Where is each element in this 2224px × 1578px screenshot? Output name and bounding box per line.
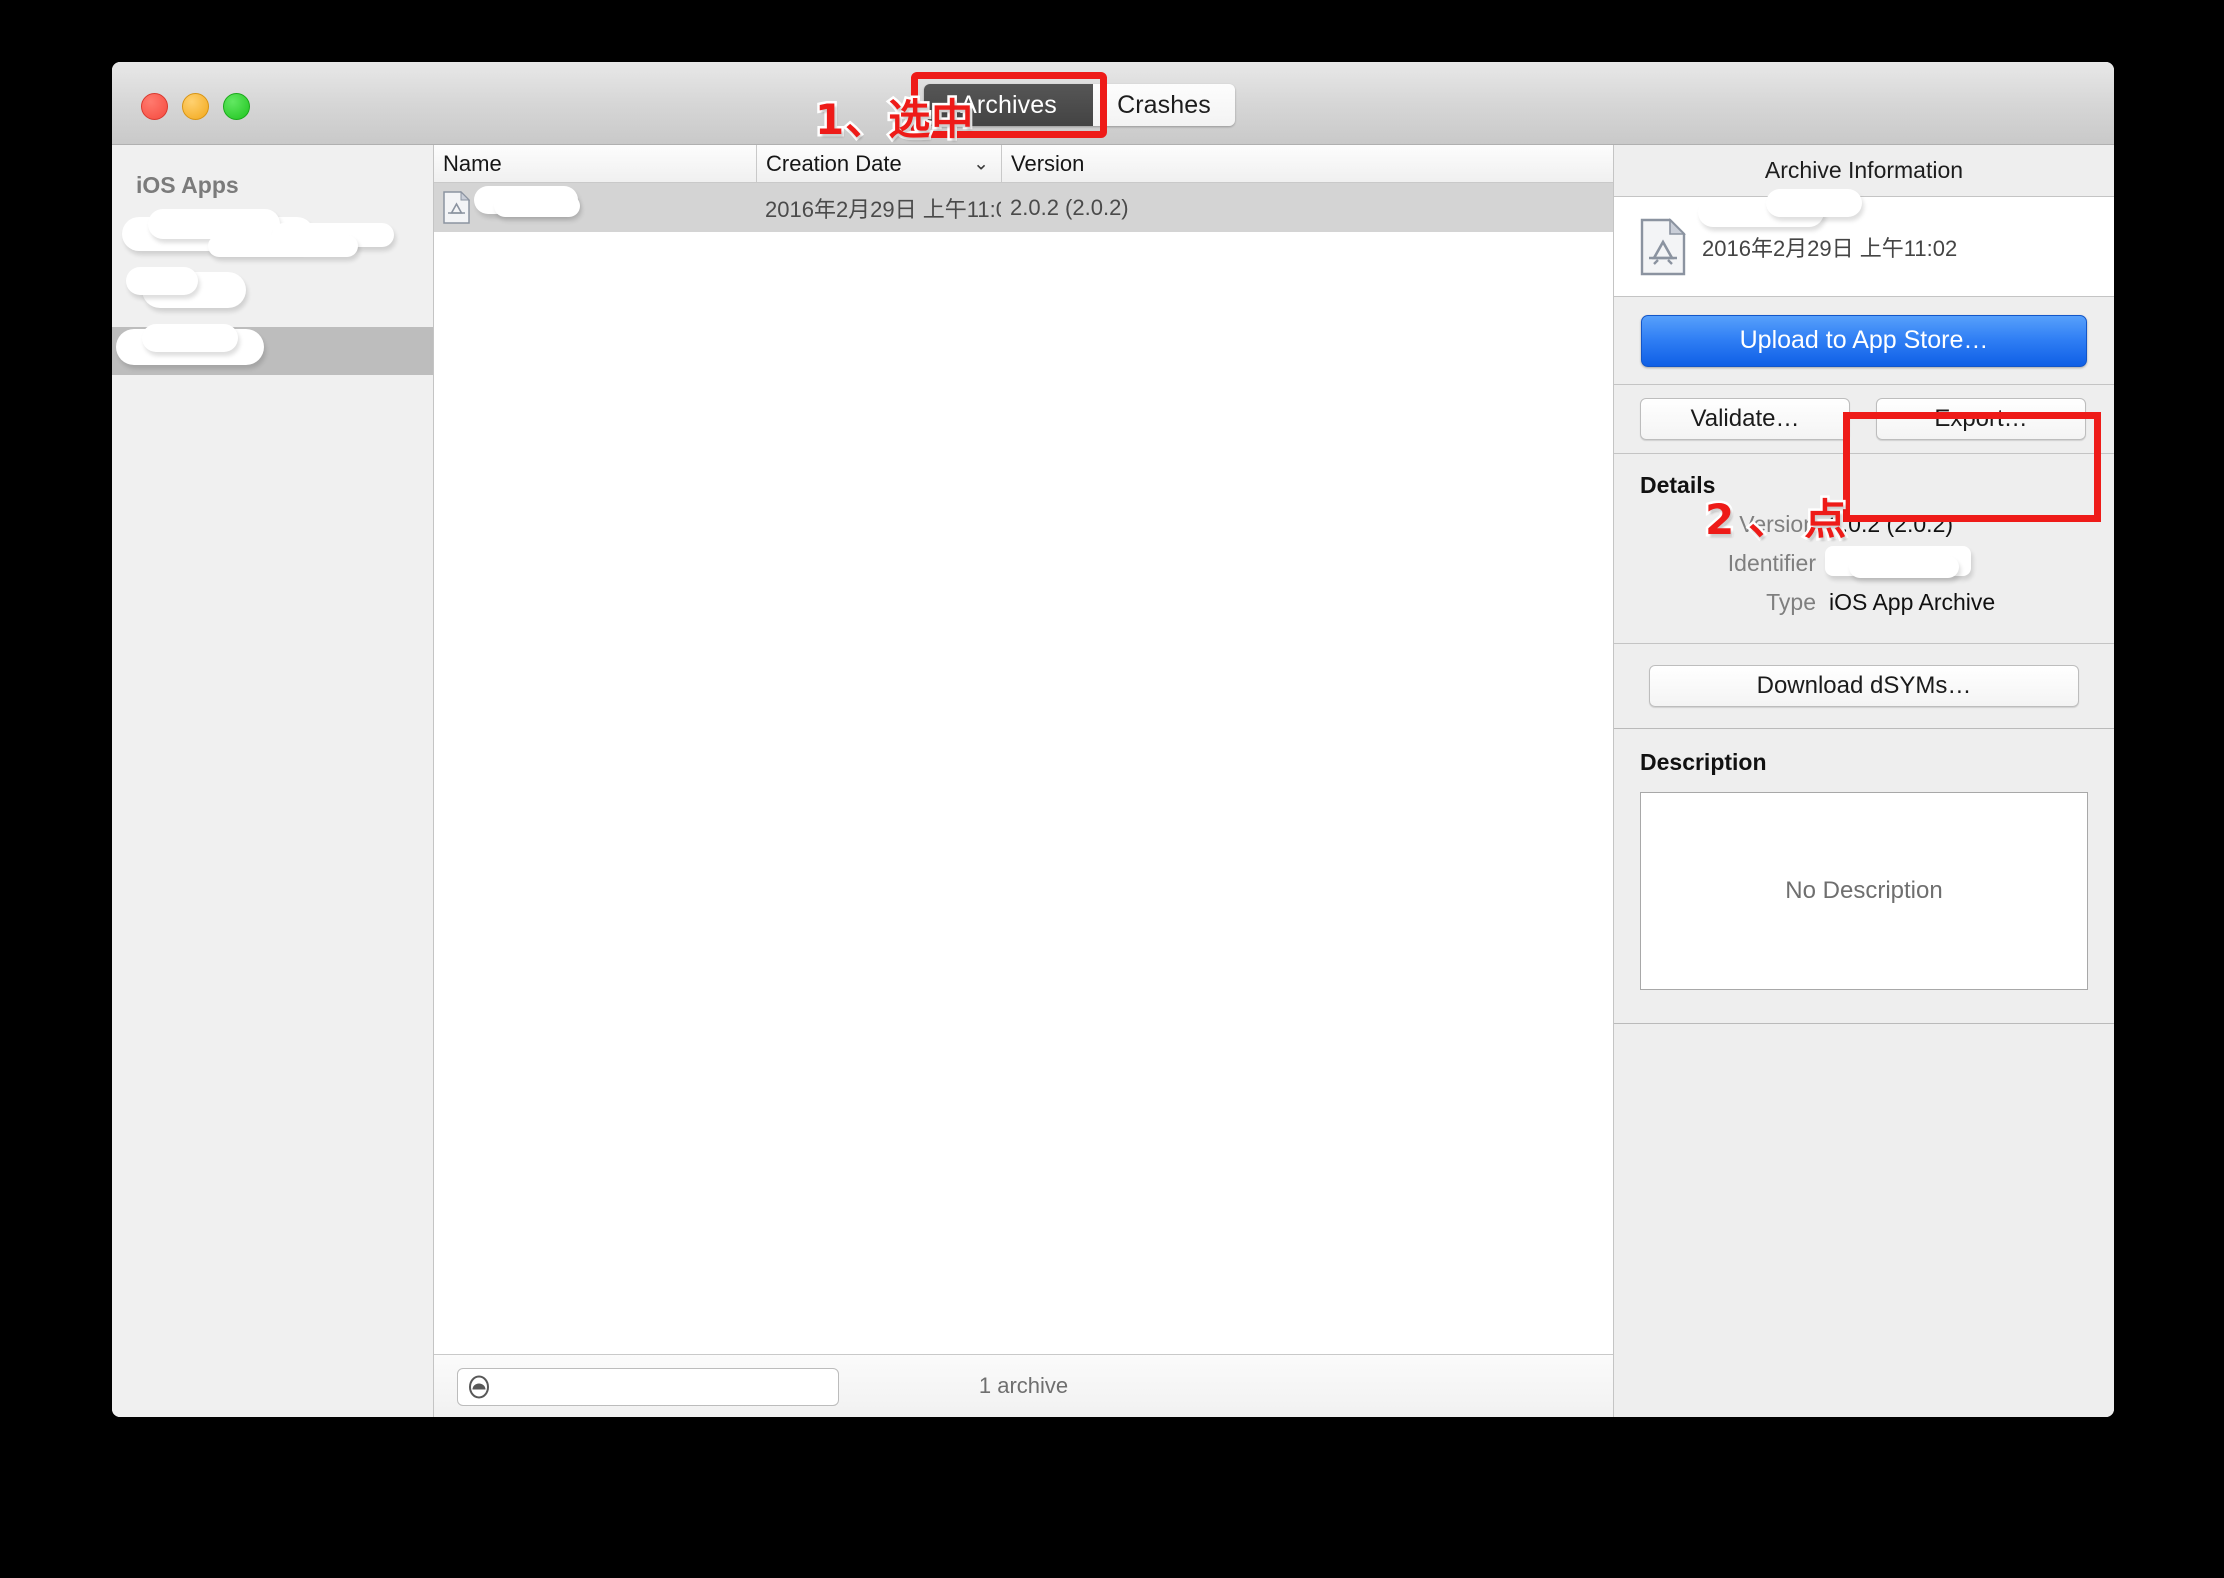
sidebar-item-app-1[interactable] <box>112 209 433 261</box>
archives-list-rows: 2016年2月29日 上午11:02 2.0.2 (2.0.2) <box>434 183 1613 1354</box>
column-header-version[interactable]: Version <box>1001 145 1613 182</box>
archives-list-pane: Name Creation Date ⌄ Version 2016年2月29日 … <box>434 145 1614 1417</box>
inspector-title: Archive Information <box>1614 145 2114 197</box>
inspector-empty-area <box>1614 1023 2114 1417</box>
cell-version: 2.0.2 (2.0.2) <box>1010 194 1129 220</box>
upload-to-app-store-button[interactable]: Upload to App Store… <box>1641 314 2087 367</box>
sidebar-group-title: iOS Apps <box>136 172 239 198</box>
detail-key: Identifier <box>1727 550 1816 576</box>
archive-information-inspector: Archive Information 2016年2月29日 上午11:02 U… <box>1614 145 2114 1417</box>
window-body: iOS Apps Name Creation Date ⌄ Version 20… <box>112 145 2114 1417</box>
sidebar-item-app-2[interactable] <box>112 267 433 317</box>
inspector-archive-meta: 2016年2月29日 上午11:02 <box>1698 188 1958 263</box>
annotation-step1-label: 1、选中 <box>812 93 975 147</box>
list-column-headers: Name Creation Date ⌄ Version <box>434 145 1613 183</box>
inspector-action-buttons: Validate… Export… <box>1614 385 2114 453</box>
annotation-step2-label: 2、点 <box>1702 493 1861 547</box>
cell-creation-date: 2016年2月29日 上午11:02 <box>765 196 1001 222</box>
inspector-upload-section: Upload to App Store… <box>1614 297 2114 385</box>
sidebar: iOS Apps <box>112 145 434 1417</box>
zoom-window-button[interactable] <box>223 93 250 120</box>
column-header-creation-date-label: Creation Date <box>766 150 902 176</box>
column-header-name[interactable]: Name <box>434 145 756 182</box>
download-dsyms-button[interactable]: Download dSYMs… <box>1649 665 2079 707</box>
chevron-down-icon: ⌄ <box>973 153 989 174</box>
list-footer-bar: 1 archive <box>434 1354 1613 1417</box>
inspector-archive-date: 2016年2月29日 上午11:02 <box>1702 235 1958 261</box>
archive-document-icon <box>1640 217 1686 275</box>
detail-row-type: Type iOS App Archive <box>1640 589 2088 616</box>
inspector-dsym-section: Download dSYMs… <box>1614 643 2114 728</box>
detail-value: iOS App Archive <box>1829 589 1996 615</box>
export-button[interactable]: Export… <box>1876 398 2086 440</box>
sidebar-item-app-3[interactable] <box>112 324 433 375</box>
column-header-creation-date[interactable]: Creation Date ⌄ <box>756 145 1001 182</box>
inspector-description-section: Description No Description <box>1614 728 2114 1023</box>
detail-key: Type <box>1766 589 1816 615</box>
inspector-details-section: Details Version 2.0.2 (2.0.2) Identifier… <box>1614 453 2114 643</box>
tab-crashes[interactable]: Crashes <box>1093 84 1235 126</box>
inspector-archive-summary: 2016年2月29日 上午11:02 <box>1614 188 2114 297</box>
table-row[interactable]: 2016年2月29日 上午11:02 2.0.2 (2.0.2) <box>434 183 1613 232</box>
description-textarea[interactable]: No Description <box>1640 792 2088 990</box>
close-window-button[interactable] <box>141 93 168 120</box>
validate-button[interactable]: Validate… <box>1640 398 1850 440</box>
archive-count-label: 1 archive <box>978 1373 1069 1398</box>
description-title: Description <box>1640 749 1767 775</box>
window-titlebar: Archives Crashes 1、选中 <box>112 62 2114 147</box>
cell-name <box>434 183 756 232</box>
archive-document-icon <box>443 191 470 224</box>
xcode-organizer-window: Archives Crashes 1、选中 iOS Apps Name Crea… <box>112 62 2114 1417</box>
minimize-window-button[interactable] <box>182 93 209 120</box>
detail-row-identifier: Identifier <box>1640 546 2088 578</box>
